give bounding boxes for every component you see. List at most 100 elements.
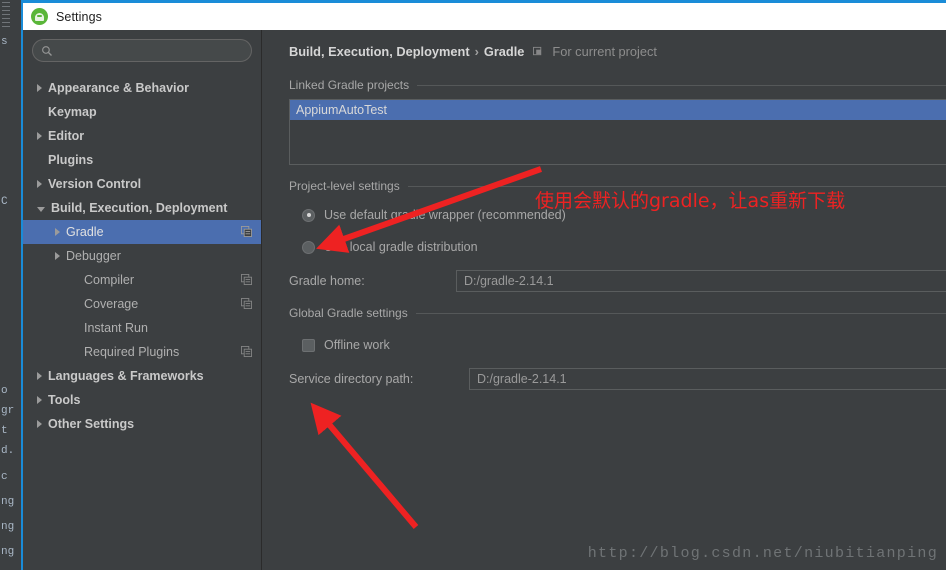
sidebar-item-label: Plugins bbox=[48, 153, 94, 167]
global-settings-label: Global Gradle settings bbox=[289, 306, 408, 320]
project-level-label: Project-level settings bbox=[289, 179, 400, 193]
sidebar-item-compiler[interactable]: Compiler bbox=[23, 268, 261, 292]
chevron-right-icon[interactable] bbox=[37, 84, 42, 92]
group-rule bbox=[417, 84, 946, 86]
global-settings-group-title: Global Gradle settings bbox=[289, 306, 946, 320]
copy-settings-icon[interactable] bbox=[241, 274, 252, 285]
background-text-fragment: t bbox=[1, 425, 8, 437]
group-rule bbox=[415, 312, 946, 314]
sidebar-item-label: Instant Run bbox=[84, 321, 148, 335]
gradle-home-input[interactable]: D:/gradle-2.14.1 bbox=[456, 270, 946, 292]
breadcrumb: Build, Execution, Deployment › Gradle Fo… bbox=[289, 42, 946, 60]
sidebar-item-plugins[interactable]: Plugins bbox=[23, 148, 261, 172]
sidebar-item-version-control[interactable]: Version Control bbox=[23, 172, 261, 196]
sidebar-item-label: Required Plugins bbox=[84, 345, 180, 359]
sidebar-item-label: Other Settings bbox=[48, 417, 135, 431]
gradle-home-label: Gradle home: bbox=[289, 274, 365, 288]
offline-work-checkbox-indicator[interactable] bbox=[302, 338, 315, 352]
project-level-group-title: Project-level settings bbox=[289, 179, 946, 193]
offline-work-label: Offline work bbox=[324, 338, 390, 352]
sidebar-item-label: Debugger bbox=[66, 249, 121, 263]
service-directory-label: Service directory path: bbox=[289, 372, 414, 386]
linked-projects-label: Linked Gradle projects bbox=[289, 78, 410, 92]
sidebar-item-appearance-behavior[interactable]: Appearance & Behavior bbox=[23, 76, 261, 100]
sidebar-item-label: Languages & Frameworks bbox=[48, 369, 204, 383]
settings-dialog: Settings Appearance & Behavior Keymap Edit… bbox=[21, 0, 946, 570]
chevron-right-icon[interactable] bbox=[37, 372, 42, 380]
chevron-right-icon[interactable] bbox=[55, 252, 60, 260]
sidebar-item-debugger[interactable]: Debugger bbox=[23, 244, 261, 268]
background-ide-strip: s Co gr t d. c ng ng ng bbox=[0, 0, 22, 570]
sidebar-item-instant-run[interactable]: Instant Run bbox=[23, 316, 261, 340]
background-text-fragment: C bbox=[1, 196, 8, 208]
window-title: Settings bbox=[56, 9, 102, 24]
background-text-fragment: o bbox=[1, 385, 8, 397]
search-box[interactable] bbox=[32, 39, 252, 62]
sidebar-item-required-plugins[interactable]: Required Plugins bbox=[23, 340, 261, 364]
background-text-fragment: gr bbox=[1, 405, 15, 417]
sidebar-item-build-execution-deployment[interactable]: Build, Execution, Deployment bbox=[23, 196, 261, 220]
settings-tree-panel: Appearance & Behavior Keymap Editor Plugins… bbox=[23, 30, 262, 570]
sidebar-item-editor[interactable]: Editor bbox=[23, 124, 261, 148]
breadcrumb-parent[interactable]: Build, Execution, Deployment bbox=[289, 44, 470, 59]
background-text-fragment: s bbox=[1, 36, 8, 48]
background-text-fragment: c bbox=[1, 471, 8, 483]
sidebar-item-gradle[interactable]: Gradle bbox=[23, 220, 261, 244]
sidebar-item-other-settings[interactable]: Other Settings bbox=[23, 412, 261, 436]
screenshot-root: s Co gr t d. c ng ng ng Settings Appearance & Be… bbox=[0, 0, 946, 570]
breadcrumb-scope: For current project bbox=[552, 43, 657, 59]
background-text-fragment: ng bbox=[1, 521, 15, 533]
sidebar-item-label: Tools bbox=[48, 393, 81, 407]
copy-settings-icon[interactable] bbox=[241, 346, 252, 357]
sidebar-item-languages-frameworks[interactable]: Languages & Frameworks bbox=[23, 364, 261, 388]
linked-projects-list[interactable]: AppiumAutoTest bbox=[289, 99, 946, 165]
radio-local-distribution-indicator[interactable] bbox=[302, 240, 315, 254]
breadcrumb-separator: › bbox=[474, 43, 479, 59]
chevron-right-icon[interactable] bbox=[37, 396, 42, 404]
linked-projects-group-title: Linked Gradle projects bbox=[289, 78, 946, 92]
copy-settings-icon[interactable] bbox=[241, 298, 252, 309]
breadcrumb-leaf: Gradle bbox=[483, 43, 525, 59]
sidebar-item-keymap[interactable]: Keymap bbox=[23, 100, 261, 124]
sidebar-item-label: Editor bbox=[48, 129, 85, 143]
radio-default-wrapper-label: Use default gradle wrapper (recommended) bbox=[324, 208, 566, 222]
chevron-down-icon[interactable] bbox=[37, 206, 45, 212]
sidebar-item-label: Keymap bbox=[48, 105, 97, 119]
radio-use-local-distribution[interactable]: Use local gradle distribution bbox=[302, 237, 946, 257]
settings-tree[interactable]: Appearance & Behavior Keymap Editor Plugins… bbox=[23, 76, 261, 436]
copy-settings-icon[interactable] bbox=[241, 226, 252, 237]
chevron-right-icon[interactable] bbox=[55, 228, 60, 236]
sidebar-item-label: Compiler bbox=[84, 273, 135, 287]
radio-default-wrapper-indicator[interactable] bbox=[302, 208, 315, 222]
project-scope-icon bbox=[533, 46, 542, 55]
search-icon bbox=[42, 45, 52, 56]
chevron-right-icon[interactable] bbox=[37, 180, 42, 188]
gradle-settings-panel: Build, Execution, Deployment › Gradle Fo… bbox=[263, 30, 946, 570]
service-directory-row: Service directory path: D:/gradle-2.14.1 bbox=[289, 367, 946, 391]
radio-use-default-wrapper[interactable]: Use default gradle wrapper (recommended) bbox=[302, 205, 946, 225]
chevron-right-icon[interactable] bbox=[37, 132, 42, 140]
sidebar-item-label: Coverage bbox=[84, 297, 139, 311]
title-bar: Settings bbox=[23, 0, 946, 30]
android-studio-icon bbox=[31, 8, 48, 25]
search-input[interactable] bbox=[53, 43, 243, 58]
sidebar-item-label: Appearance & Behavior bbox=[48, 81, 190, 95]
checkbox-offline-work[interactable]: Offline work bbox=[302, 335, 946, 355]
sidebar-item-label: Version Control bbox=[48, 177, 142, 191]
background-text-fragment: ng bbox=[1, 546, 15, 558]
gradle-home-row: Gradle home: D:/gradle-2.14.1 bbox=[289, 269, 946, 293]
sidebar-item-label: Build, Execution, Deployment bbox=[51, 201, 228, 215]
list-item[interactable]: AppiumAutoTest bbox=[290, 100, 946, 120]
global-settings-group: Global Gradle settings Offline work Serv… bbox=[289, 306, 946, 391]
search-container bbox=[23, 30, 261, 62]
sidebar-item-label: Gradle bbox=[66, 225, 104, 239]
linked-projects-group: Linked Gradle projects AppiumAutoTest bbox=[289, 78, 946, 165]
group-rule bbox=[407, 185, 946, 187]
background-text-fragment: ng bbox=[1, 496, 15, 508]
sidebar-item-coverage[interactable]: Coverage bbox=[23, 292, 261, 316]
sidebar-item-tools[interactable]: Tools bbox=[23, 388, 261, 412]
project-level-group: Project-level settings Use default gradl… bbox=[289, 179, 946, 293]
service-directory-input[interactable]: D:/gradle-2.14.1 bbox=[469, 368, 946, 390]
chevron-right-icon[interactable] bbox=[37, 420, 42, 428]
background-dots bbox=[2, 2, 10, 28]
